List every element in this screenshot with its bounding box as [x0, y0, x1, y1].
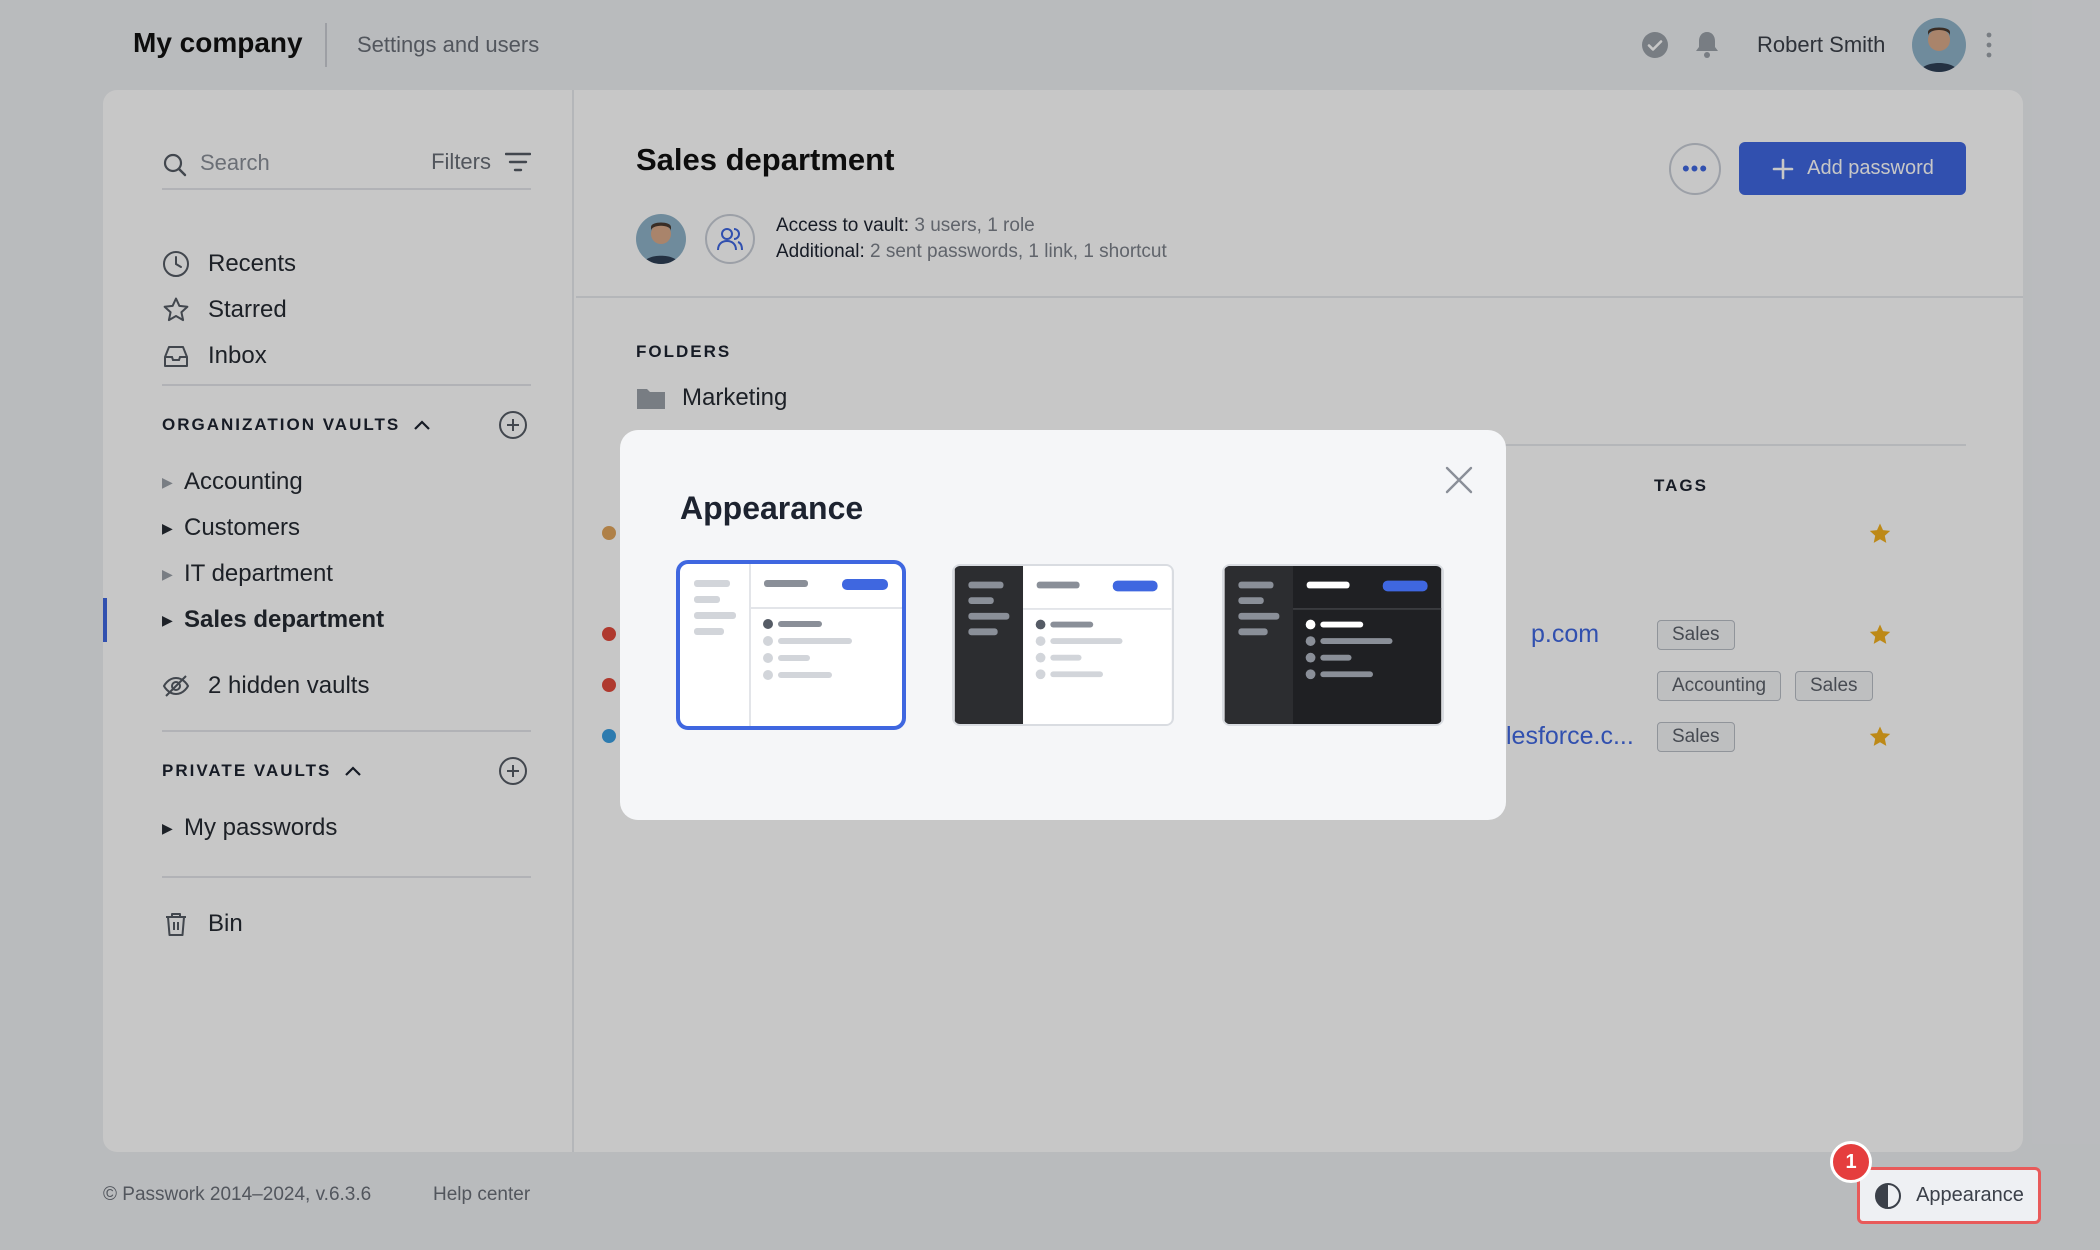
- theme-option-dark[interactable]: [1222, 564, 1444, 726]
- theme-preview-light-icon: [680, 564, 902, 726]
- step-badge: 1: [1830, 1141, 1872, 1183]
- appearance-modal: Appearance: [620, 430, 1506, 820]
- theme-preview-dark-icon: [1224, 566, 1442, 724]
- modal-title: Appearance: [680, 490, 864, 526]
- appearance-label: Appearance: [1916, 1184, 2024, 1206]
- contrast-icon: [1875, 1182, 1902, 1209]
- close-icon[interactable]: [1442, 463, 1476, 497]
- theme-option-light[interactable]: [676, 560, 906, 730]
- theme-preview-dark-sidebar-icon: [954, 566, 1172, 724]
- theme-option-dark-sidebar[interactable]: [952, 564, 1174, 726]
- appearance-button[interactable]: Appearance: [1857, 1167, 2041, 1224]
